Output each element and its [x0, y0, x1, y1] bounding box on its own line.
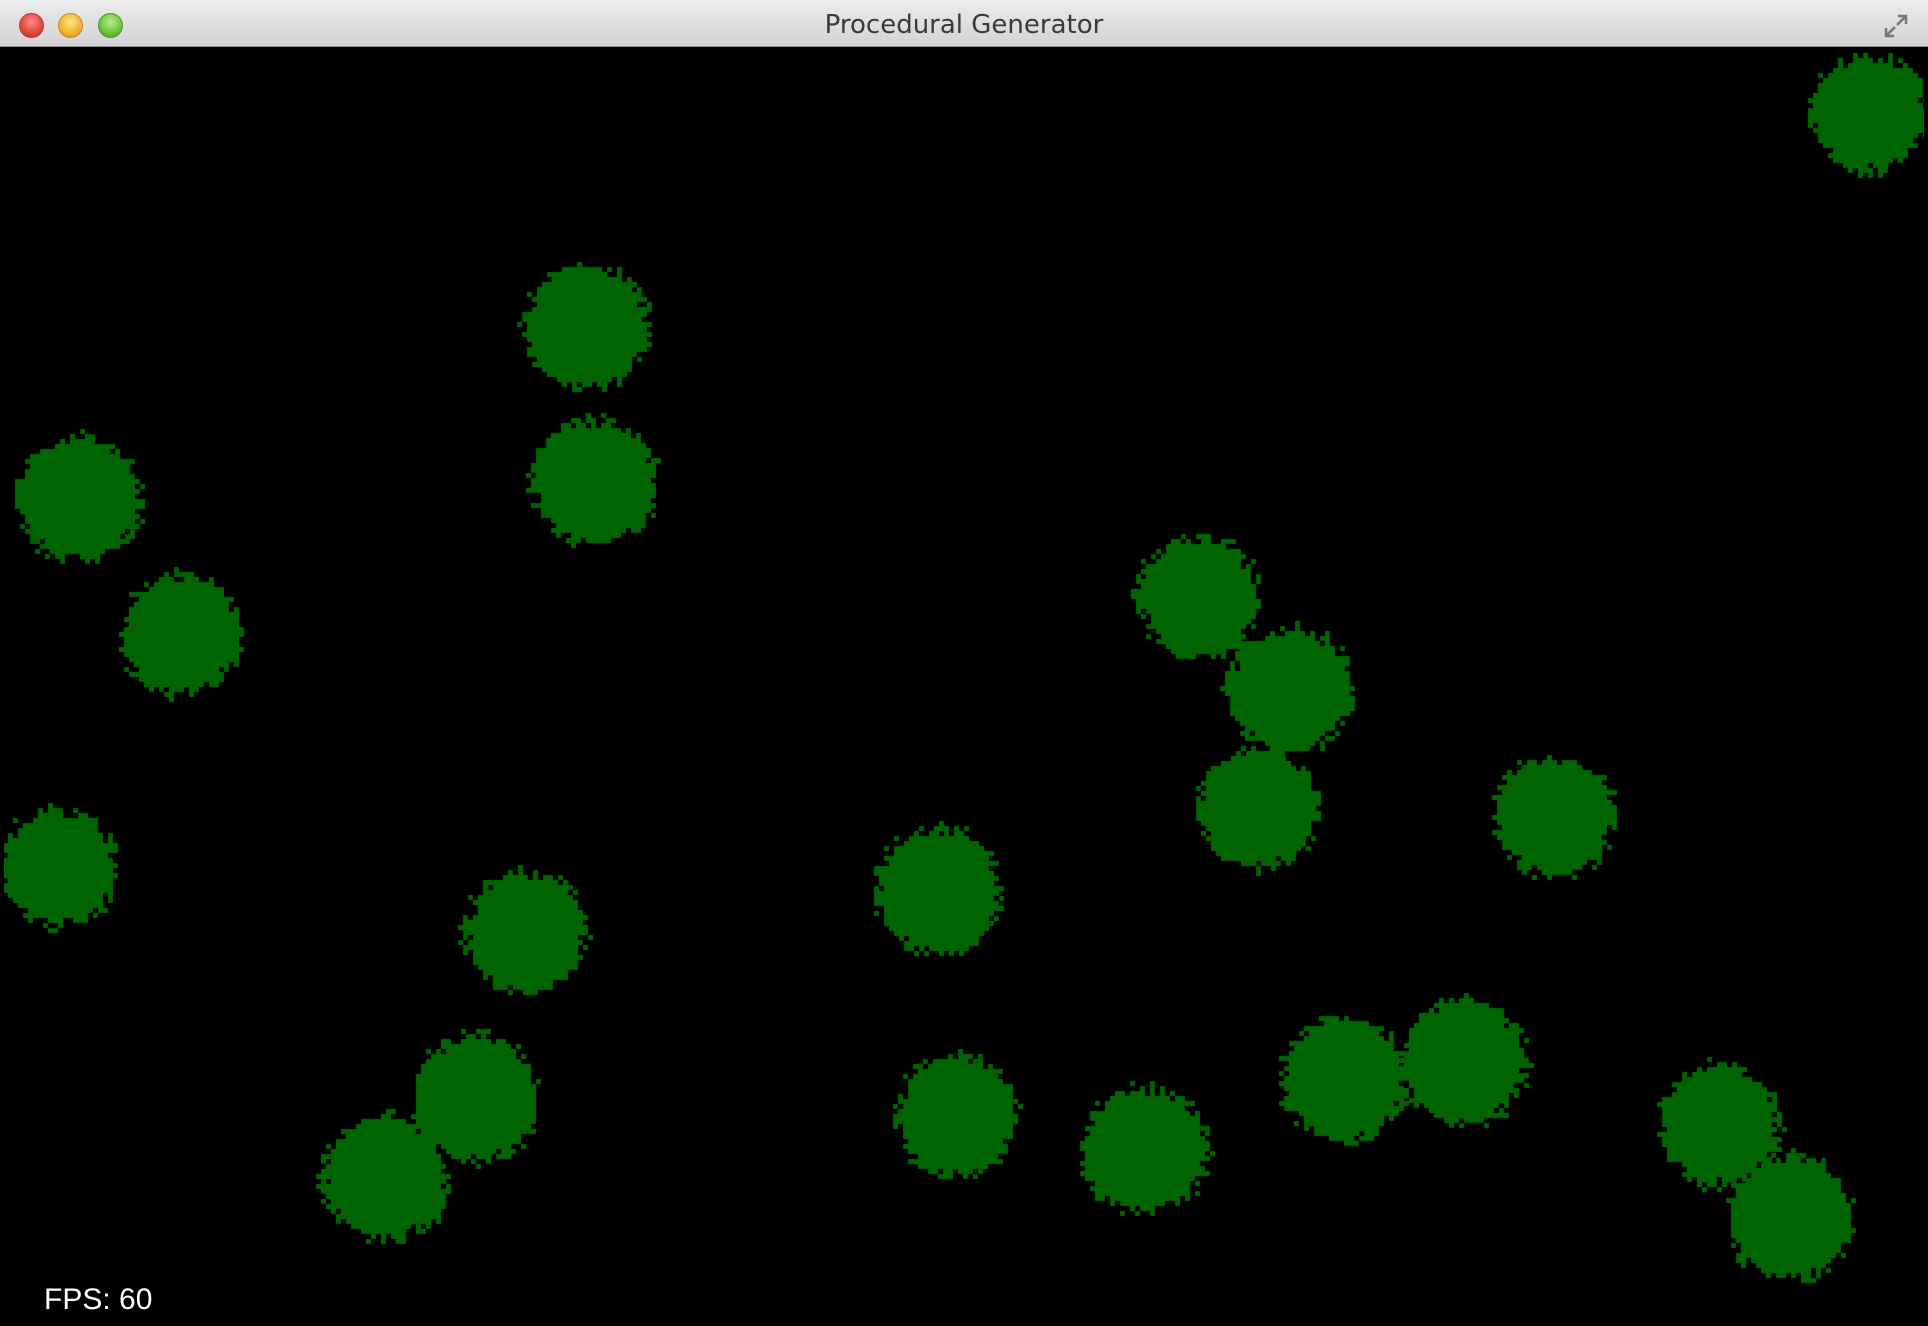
title-bar[interactable]: Procedural Generator — [0, 0, 1928, 47]
fps-counter: FPS: 60 — [44, 1283, 153, 1316]
app-window: Procedural Generator FPS: 60 — [0, 0, 1928, 1326]
fullscreen-icon[interactable] — [1882, 12, 1910, 40]
game-viewport[interactable]: FPS: 60 — [4, 48, 1924, 1326]
window-title: Procedural Generator — [824, 10, 1104, 40]
procedural-map-canvas[interactable] — [4, 48, 1924, 1326]
